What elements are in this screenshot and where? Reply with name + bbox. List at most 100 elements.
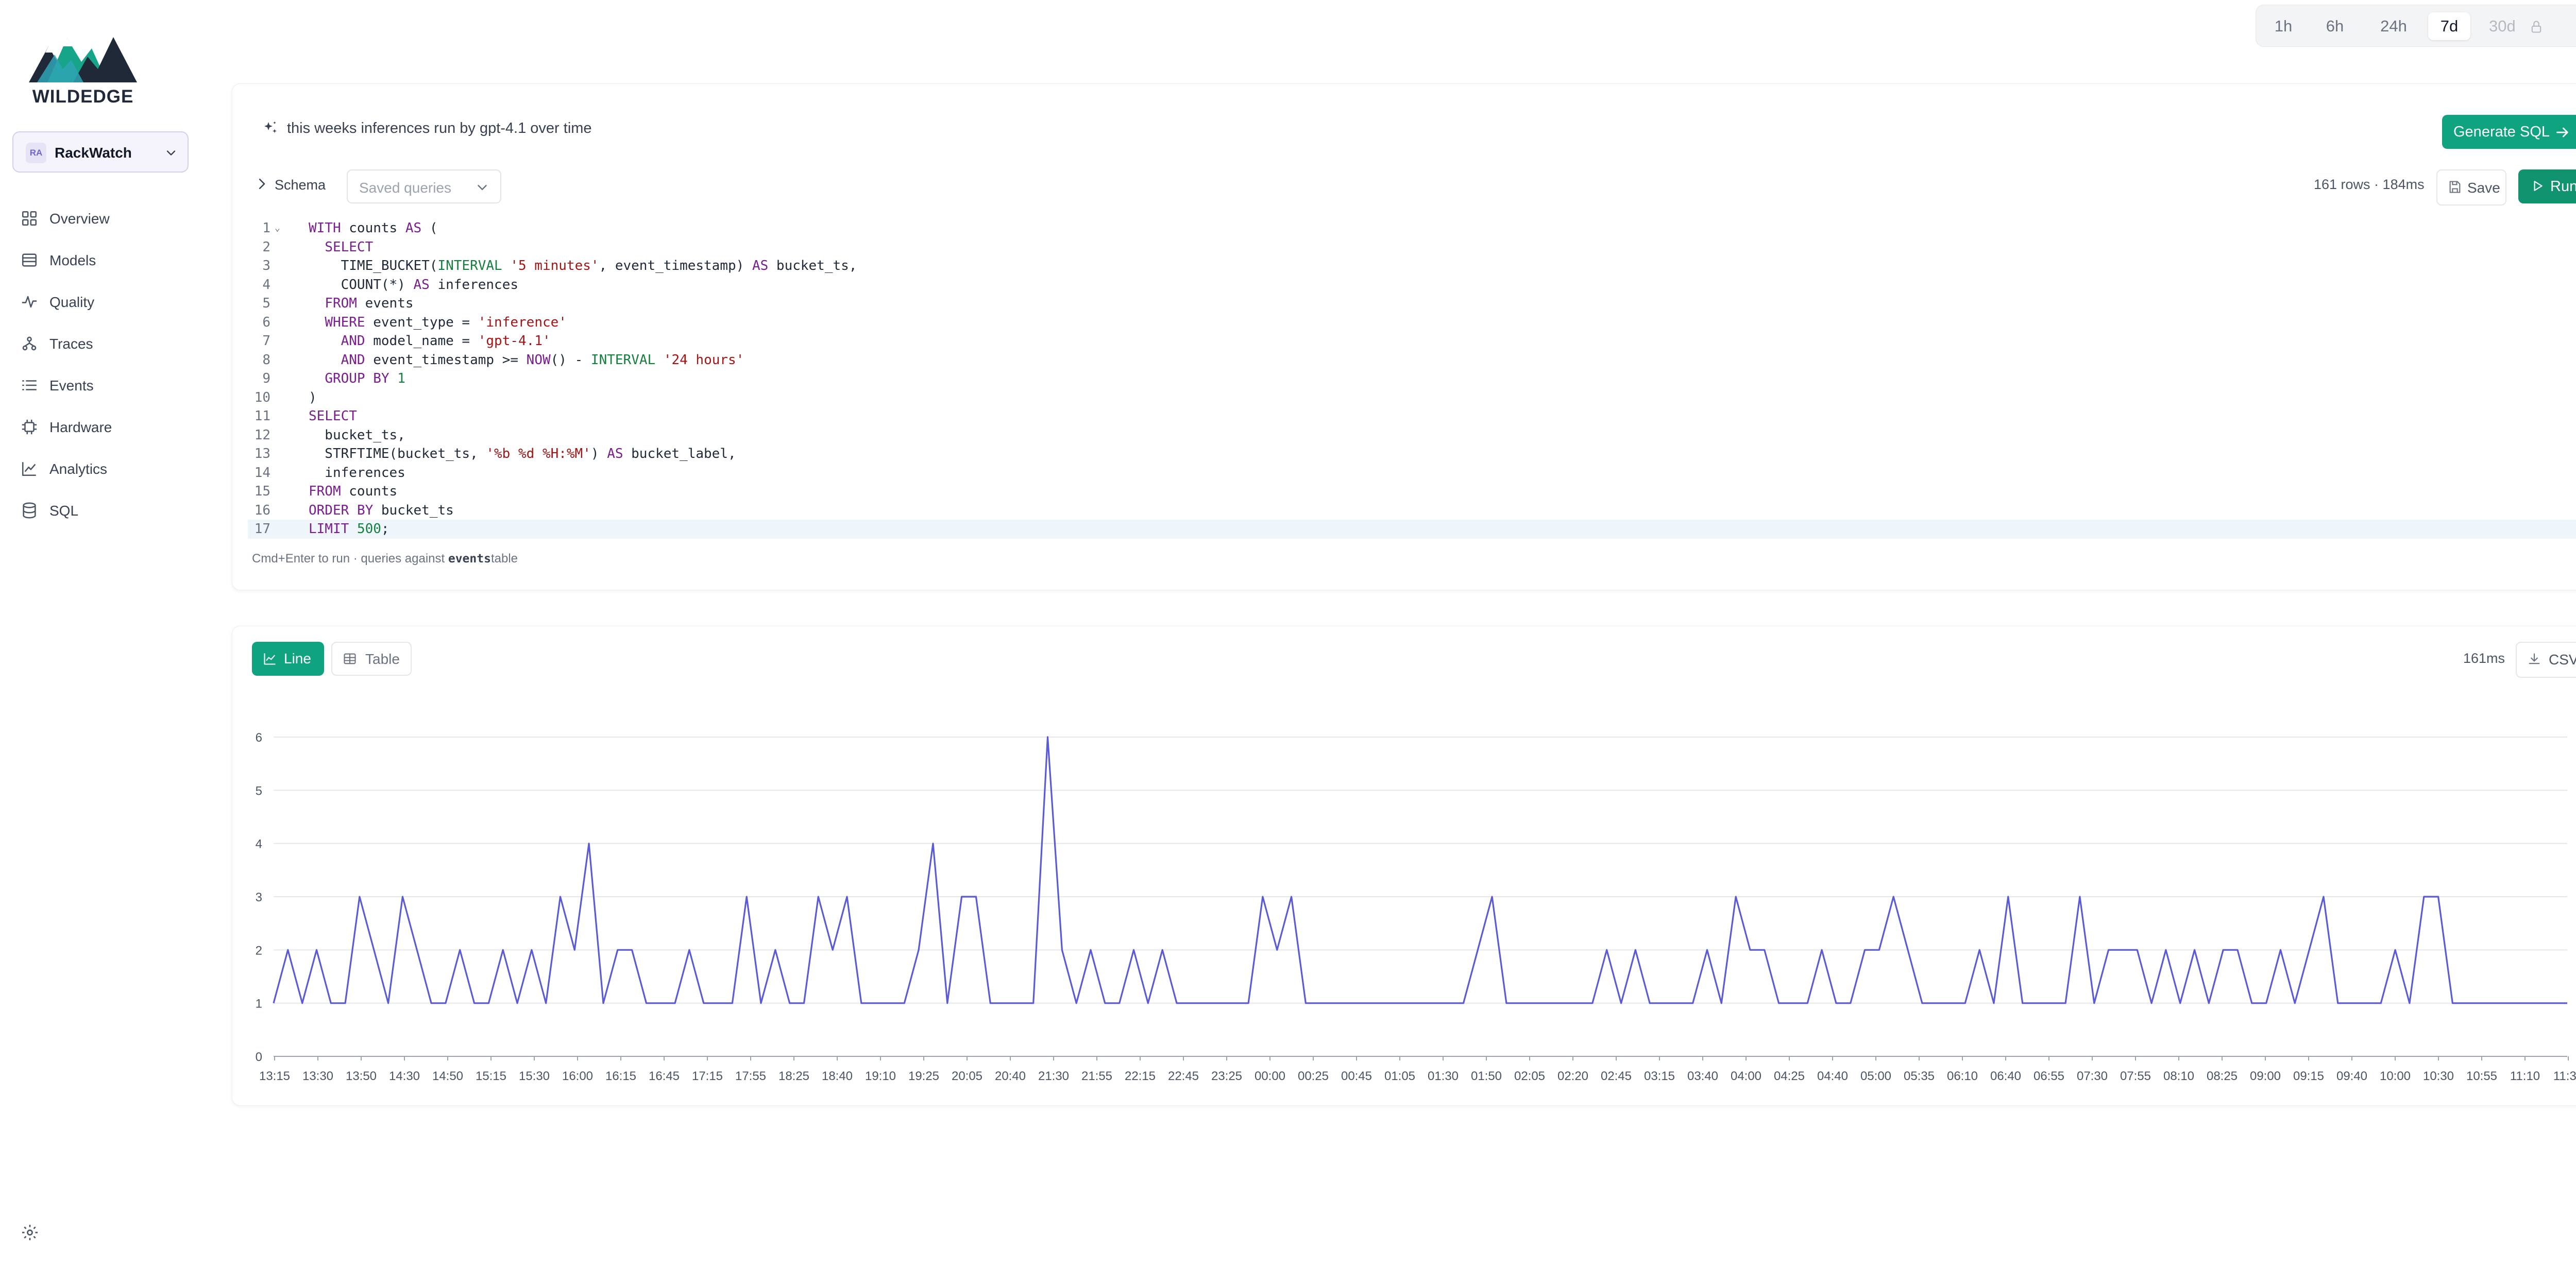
code-text: FROM events xyxy=(325,296,414,311)
code-line[interactable]: 8 AND event_timestamp >= NOW() - INTERVA… xyxy=(248,351,2576,370)
line-number: 10 xyxy=(254,389,270,405)
x-tick-label: 16:45 xyxy=(649,1069,680,1083)
generate-sql-button[interactable]: Generate SQL xyxy=(2442,115,2576,149)
arrow-right-icon xyxy=(2556,127,2568,138)
code-line[interactable]: 3 TIME_BUCKET(INTERVAL '5 minutes', even… xyxy=(248,256,2576,276)
code-line[interactable]: 12 bucket_ts, xyxy=(248,426,2576,445)
sidebar-item-sql[interactable]: SQL xyxy=(21,490,191,532)
tab-line[interactable]: Line xyxy=(252,642,324,676)
sidebar-item-label: Models xyxy=(49,252,96,268)
code-line[interactable]: 17 LIMIT 500; xyxy=(248,520,2576,539)
line-number: 8 xyxy=(262,352,270,368)
sidebar-item-overview[interactable]: Overview xyxy=(21,198,191,240)
x-tick-label: 18:40 xyxy=(822,1069,853,1083)
range-30d-label: 30d xyxy=(2489,17,2516,35)
sparkle-icon xyxy=(264,121,277,133)
tab-table[interactable]: Table xyxy=(331,642,412,676)
editor-hint: Cmd+Enter to run · queries against event… xyxy=(252,552,518,566)
y-tick-label: 6 xyxy=(256,731,262,745)
code-line[interactable]: 14 inferences xyxy=(248,464,2576,483)
range-1h[interactable]: 1h xyxy=(2265,12,2301,40)
code-line[interactable]: 16 ORDER BY bucket_ts xyxy=(248,501,2576,520)
time-range-selector: 1h 6h 24h 7d 30d xyxy=(2256,5,2576,47)
code-line[interactable]: 9 GROUP BY 1 xyxy=(248,369,2576,388)
x-tick-label: 07:30 xyxy=(2077,1069,2108,1083)
saved-queries-select[interactable]: Saved queries xyxy=(347,169,501,203)
range-30d[interactable]: 30d xyxy=(2483,12,2530,40)
code-line[interactable]: 1 ⌄ WITH counts AS ( xyxy=(248,219,2576,238)
play-icon xyxy=(2534,181,2543,191)
wildedge-logo[interactable]: WILDEDGE xyxy=(27,26,139,107)
tab-table-label: Table xyxy=(365,651,400,667)
sidebar-item-traces[interactable]: Traces xyxy=(21,323,191,365)
query-stats: 161 rows · 184ms xyxy=(2314,177,2425,192)
x-tick-label: 22:15 xyxy=(1125,1069,1156,1083)
lock-icon xyxy=(2531,21,2541,33)
x-tick-label: 02:20 xyxy=(1557,1069,1588,1083)
code-text: FROM counts xyxy=(309,484,398,499)
x-tick-label: 20:40 xyxy=(995,1069,1026,1083)
sidebar-item-models[interactable]: Models xyxy=(21,240,191,282)
x-tick-label: 20:05 xyxy=(952,1069,982,1083)
code-line[interactable]: 15 FROM counts xyxy=(248,482,2576,501)
save-button[interactable]: Save xyxy=(2436,169,2506,206)
line-number: 2 xyxy=(262,239,270,255)
line-number: 17 xyxy=(254,521,270,537)
hint-prefix: Cmd+Enter to run · queries against xyxy=(252,552,448,566)
range-24h[interactable]: 24h xyxy=(2370,12,2417,40)
code-text: COUNT(*) AS inferences xyxy=(309,277,518,293)
sidebar-item-quality[interactable]: Quality xyxy=(21,282,191,323)
database-icon xyxy=(23,502,36,519)
code-line[interactable]: 11 SELECT xyxy=(248,407,2576,426)
range-7d[interactable]: 7d xyxy=(2428,12,2470,40)
x-tick-label: 22:45 xyxy=(1168,1069,1199,1083)
y-tick-label: 3 xyxy=(256,891,262,904)
x-tick-label: 00:25 xyxy=(1298,1069,1329,1083)
x-tick-label: 02:05 xyxy=(1514,1069,1545,1083)
line-number: 7 xyxy=(262,333,270,349)
app-window: WILDEDGE RA RackWatch Overview Models Qu… xyxy=(0,0,2576,1266)
x-tick-label: 01:50 xyxy=(1471,1069,1502,1083)
x-tick-label: 14:30 xyxy=(389,1069,420,1083)
range-6h[interactable]: 6h xyxy=(2316,12,2354,40)
layers-icon xyxy=(22,253,37,267)
x-tick-label: 03:15 xyxy=(1644,1069,1675,1083)
x-tick-label: 19:25 xyxy=(908,1069,939,1083)
sidebar-item-label: SQL xyxy=(49,503,79,519)
series-line-inferences xyxy=(273,736,2567,1004)
line-number: 5 xyxy=(262,296,270,311)
code-line[interactable]: 7 AND model_name = 'gpt-4.1' xyxy=(248,332,2576,351)
chip-icon xyxy=(22,419,37,435)
x-tick-label: 21:55 xyxy=(1081,1069,1112,1083)
sidebar-item-events[interactable]: Events xyxy=(21,365,191,407)
run-button[interactable]: Run xyxy=(2518,169,2576,203)
x-tick-label: 13:50 xyxy=(346,1069,377,1083)
result-time: 161ms xyxy=(2463,651,2505,666)
code-text: ORDER BY bucket_ts xyxy=(309,502,454,518)
x-tick-label: 21:30 xyxy=(1038,1069,1069,1083)
gear-icon[interactable] xyxy=(21,1223,39,1242)
nl-prompt-text[interactable]: this weeks inferences run by gpt-4.1 ove… xyxy=(287,120,592,137)
csv-export-button[interactable]: CSV xyxy=(2516,642,2576,678)
code-line[interactable]: 13 STRFTIME(bucket_ts, '%b %d %H:%M') AS… xyxy=(248,444,2576,464)
x-tick-label: 02:45 xyxy=(1601,1069,1632,1083)
line-number: 13 xyxy=(254,446,270,461)
code-text: SELECT xyxy=(325,239,374,255)
line-number: 6 xyxy=(262,314,270,330)
sql-editor[interactable]: 1 ⌄ WITH counts AS (2 SELECT 3 TIME_BUCKET(… xyxy=(248,219,2576,539)
code-line[interactable]: 5 FROM events xyxy=(248,294,2576,313)
hint-table-name: events xyxy=(448,552,491,566)
sidebar-item-hardware[interactable]: Hardware xyxy=(21,407,191,449)
code-line[interactable]: 10) xyxy=(248,388,2576,407)
code-line[interactable]: 2 SELECT xyxy=(248,238,2576,257)
x-tick-label: 06:55 xyxy=(2033,1069,2064,1083)
trend-icon xyxy=(22,462,36,476)
x-tick-label: 10:55 xyxy=(2466,1069,2497,1083)
sidebar-item-analytics[interactable]: Analytics xyxy=(21,449,191,490)
code-line[interactable]: 6 WHERE event_type = 'inference' xyxy=(248,313,2576,332)
code-text: bucket_ts, xyxy=(309,427,405,443)
workspace-switcher[interactable]: RA RackWatch xyxy=(12,131,189,173)
sidebar-item-label: Analytics xyxy=(49,461,108,477)
code-line[interactable]: 4 COUNT(*) AS inferences xyxy=(248,276,2576,295)
fold-chevron-icon[interactable]: ⌄ xyxy=(275,219,280,238)
